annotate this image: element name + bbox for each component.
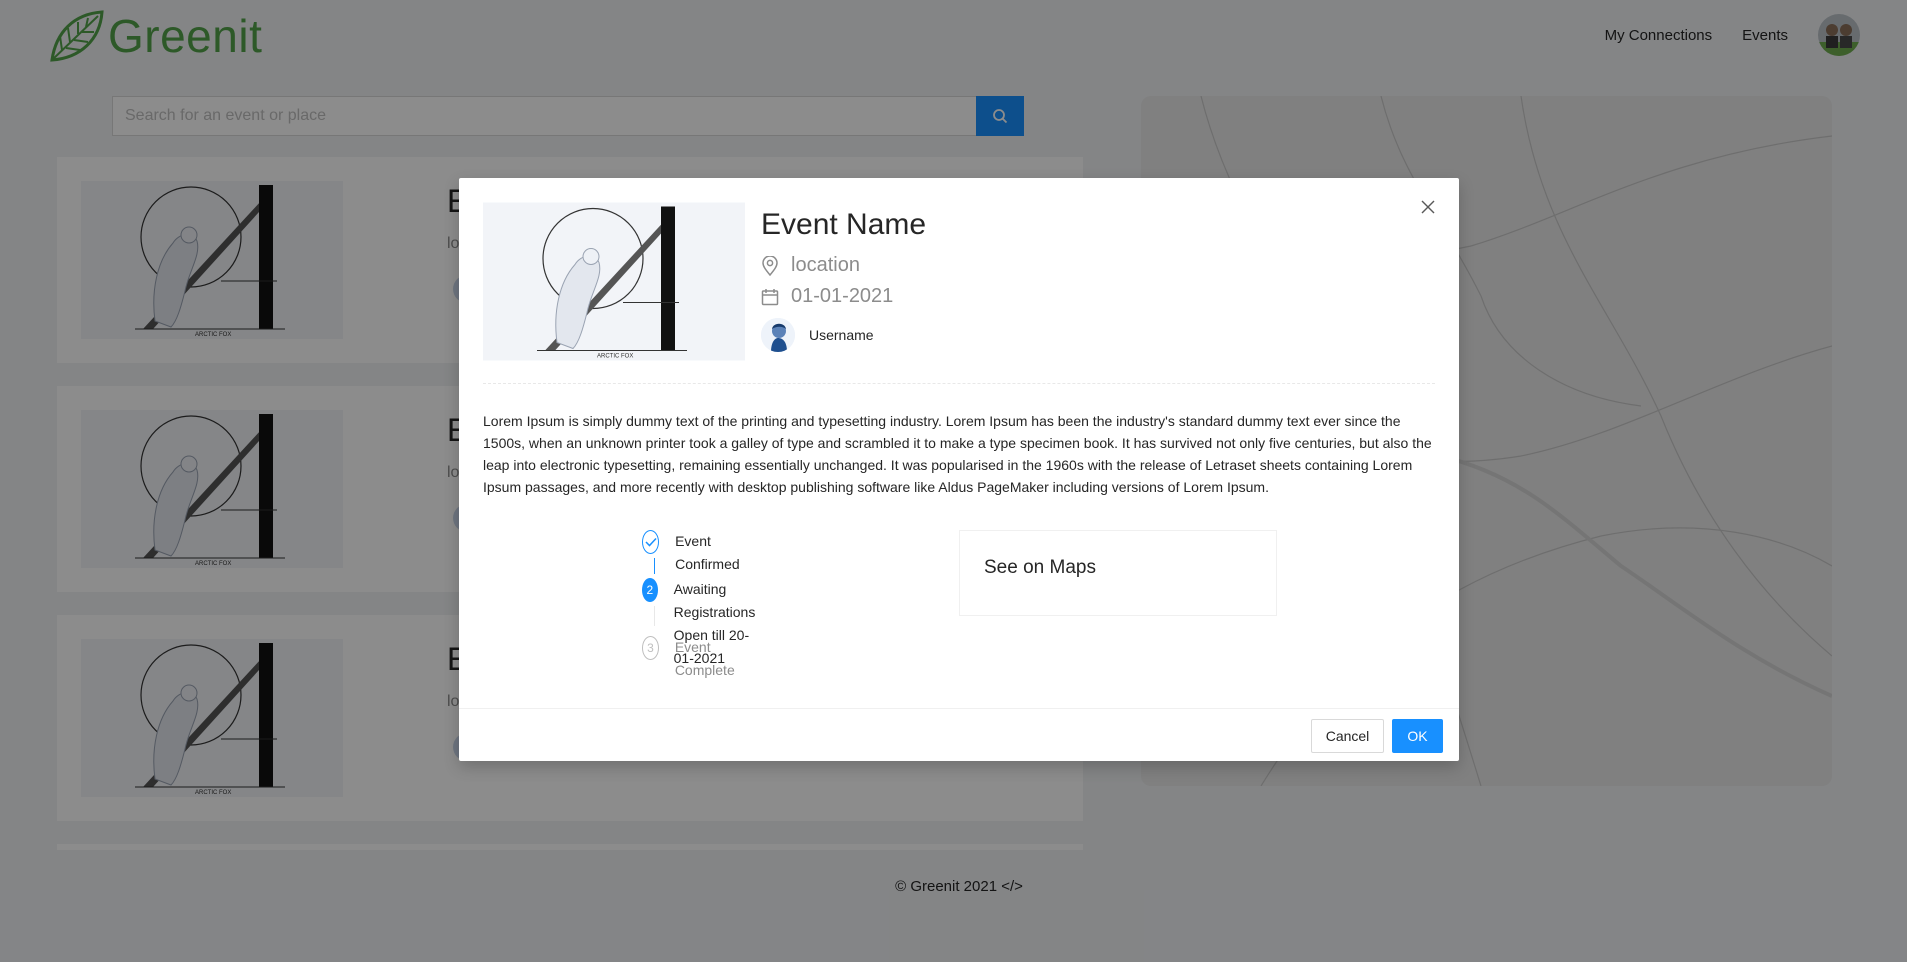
- close-icon: [1421, 200, 1435, 214]
- step-event-complete: 3 Event Complete: [642, 636, 742, 682]
- step-title: Awaiting Registrations: [673, 581, 756, 620]
- modal-footer: Cancel OK: [459, 708, 1459, 762]
- step-finished-dot: [642, 530, 660, 554]
- calendar-icon: [761, 288, 779, 305]
- see-on-maps-card[interactable]: See on Maps: [959, 530, 1277, 616]
- organizer-avatar: [761, 318, 795, 352]
- event-description: Lorem Ipsum is simply dummy text of the …: [483, 413, 1432, 495]
- divider: [483, 383, 1435, 384]
- svg-text:ARCTIC FOX: ARCTIC FOX: [597, 354, 633, 360]
- event-organizer[interactable]: Username: [761, 318, 874, 352]
- step-event-confirmed: Event Confirmed: [642, 530, 747, 576]
- event-details-modal: ARCTIC FOX Event Name location 01-01-202…: [459, 178, 1459, 761]
- check-icon: [645, 537, 657, 547]
- location-pin-icon: [762, 255, 778, 276]
- event-title: Event Name: [761, 208, 927, 241]
- event-poster-image: ARCTIC FOX: [482, 201, 746, 362]
- event-date: 01-01-2021: [791, 285, 894, 307]
- organizer-username: Username: [809, 327, 874, 343]
- step-title: Event Complete: [674, 639, 735, 678]
- event-location-row: location: [761, 254, 860, 277]
- ok-button[interactable]: OK: [1392, 719, 1443, 753]
- cancel-button[interactable]: Cancel: [1311, 719, 1384, 753]
- event-date-row: 01-01-2021: [761, 285, 893, 308]
- step-title: Event Confirmed: [675, 533, 740, 572]
- see-on-maps-label: See on Maps: [984, 557, 1096, 578]
- step-number: 2: [642, 578, 658, 602]
- event-location: location: [791, 254, 860, 276]
- close-button[interactable]: [1417, 196, 1439, 218]
- step-number: 3: [642, 636, 659, 660]
